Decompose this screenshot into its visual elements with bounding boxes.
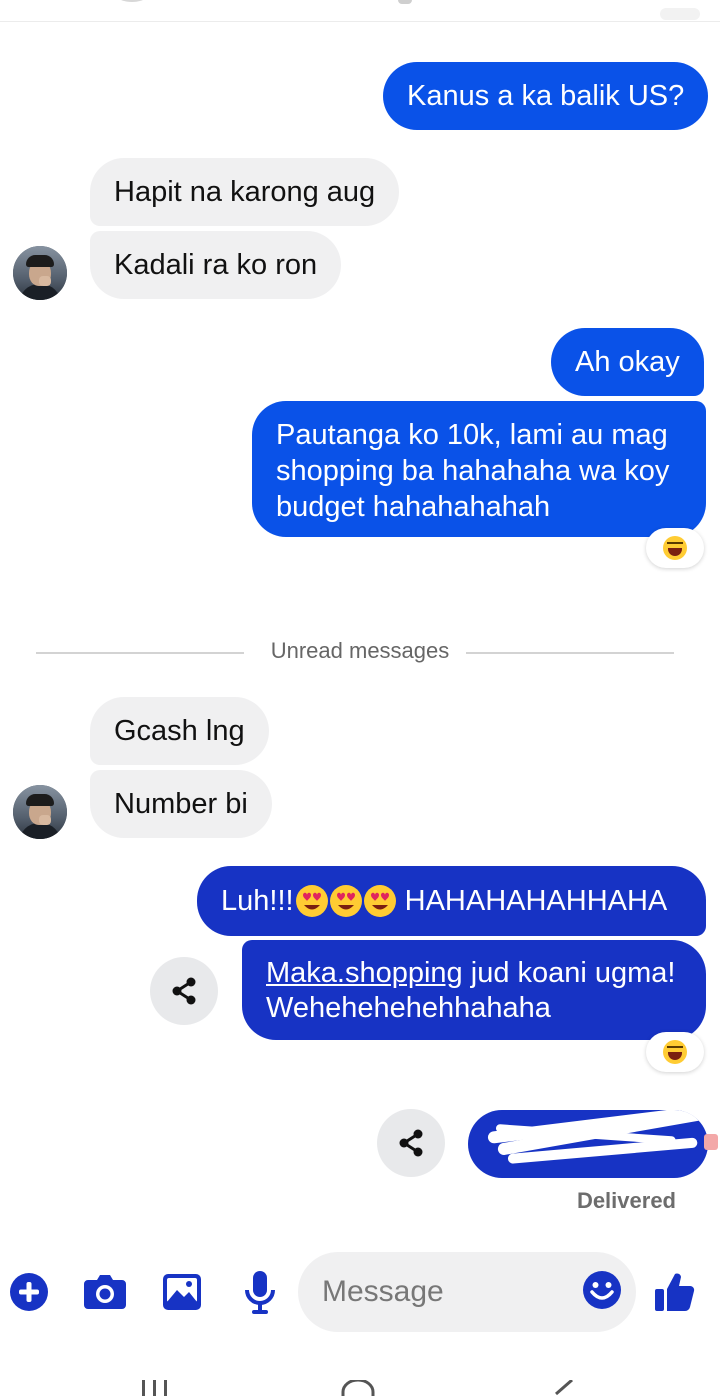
redacted-outgoing-message[interactable] bbox=[468, 1110, 708, 1178]
incoming-message[interactable]: Gcash lng bbox=[90, 697, 269, 765]
recent-apps-icon[interactable] bbox=[140, 1380, 170, 1396]
home-icon[interactable] bbox=[340, 1378, 376, 1396]
outgoing-message[interactable]: Luh!!! HAHAHAHAHHAHA bbox=[197, 866, 706, 936]
contact-avatar[interactable] bbox=[13, 246, 67, 300]
message-reaction[interactable] bbox=[646, 528, 704, 568]
outgoing-message[interactable]: Maka.shopping jud koani ugma! Wehehehehe… bbox=[242, 940, 706, 1040]
message-text: HAHAHAHAHHAHA bbox=[396, 885, 668, 917]
message-reaction[interactable] bbox=[646, 1032, 704, 1072]
unread-messages-divider: Unread messages bbox=[0, 638, 720, 664]
contact-avatar[interactable] bbox=[13, 785, 67, 839]
microphone-icon[interactable] bbox=[238, 1270, 282, 1314]
share-icon bbox=[399, 1129, 423, 1157]
thumbs-up-icon[interactable] bbox=[652, 1270, 696, 1314]
incoming-message[interactable]: Number bi bbox=[90, 770, 272, 838]
back-icon[interactable] bbox=[550, 1378, 576, 1396]
share-button[interactable] bbox=[377, 1109, 445, 1177]
heart-eyes-emoji-icon bbox=[329, 885, 362, 917]
outgoing-message[interactable]: Pautanga ko 10k, lami au mag shopping ba… bbox=[252, 401, 706, 537]
header-text-partial bbox=[398, 0, 412, 4]
incoming-message[interactable]: Kadali ra ko ron bbox=[90, 231, 342, 299]
outgoing-message[interactable]: Kanus a ka balik US? bbox=[383, 62, 709, 130]
laughing-emoji-icon bbox=[663, 536, 687, 560]
message-composer bbox=[0, 1242, 720, 1342]
message-link[interactable]: Maka.shopping bbox=[266, 957, 463, 989]
share-icon bbox=[172, 977, 196, 1005]
smile-icon[interactable] bbox=[582, 1270, 622, 1310]
image-icon[interactable] bbox=[160, 1270, 204, 1314]
message-text: Luh!!! bbox=[221, 885, 294, 917]
plus-circle-icon[interactable] bbox=[7, 1270, 51, 1314]
heart-eyes-emoji-icon bbox=[295, 885, 328, 917]
heart-eyes-emoji-icon bbox=[363, 885, 396, 917]
system-navigation-bar bbox=[0, 1370, 720, 1396]
camera-icon[interactable] bbox=[83, 1270, 127, 1314]
header-action-partial bbox=[660, 8, 700, 20]
delivered-status: Delivered bbox=[576, 1188, 676, 1213]
redaction-tip bbox=[704, 1134, 718, 1150]
top-header-strip bbox=[0, 0, 720, 22]
outgoing-message[interactable]: Ah okay bbox=[551, 328, 704, 396]
header-avatar-partial bbox=[110, 0, 154, 2]
laughing-emoji-icon bbox=[663, 1040, 687, 1064]
incoming-message[interactable]: Hapit na karong aug bbox=[90, 158, 400, 226]
share-button[interactable] bbox=[150, 957, 218, 1025]
unread-messages-label: Unread messages bbox=[256, 638, 464, 663]
